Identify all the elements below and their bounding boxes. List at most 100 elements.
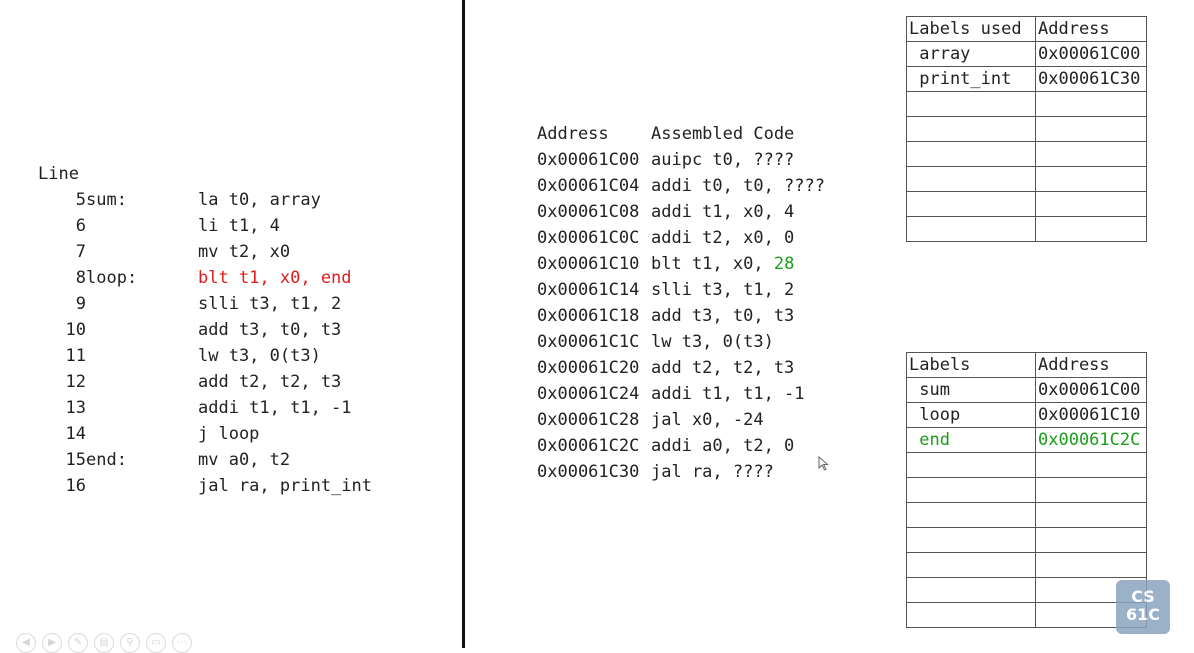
address-cell: [1035, 141, 1147, 167]
table-row: [906, 141, 1147, 167]
assembled-row: 0x00061C10 blt t1, x0, 28: [537, 251, 857, 277]
source-line-row: 5 sum: la t0, array: [38, 187, 438, 213]
instruction-text: addi t0, t0, ????: [651, 176, 825, 196]
source-line-row: 10 add t3, t0, t3: [38, 317, 438, 343]
table-row: [906, 452, 1147, 478]
instruction-text: lw t3, 0(t3): [651, 332, 774, 352]
assembled-row: 0x00061C30 jal ra, ????: [537, 459, 857, 485]
table-row: [906, 116, 1147, 142]
source-instruction: j loop: [198, 424, 260, 444]
zoom-icon[interactable]: ⚲: [120, 633, 140, 653]
table-row: array 0x00061C00: [906, 41, 1147, 67]
label-cell: [906, 91, 1036, 117]
source-line-row: 8 loop: blt t1, x0, end: [38, 265, 438, 291]
instruction-address: 0x00061C00: [537, 150, 640, 170]
line-number: 6: [75, 216, 86, 236]
instruction-address: 0x00061C10: [537, 254, 640, 274]
assembled-instruction: blt t1, x0, 28: [651, 251, 794, 277]
table-header-row: Labels Address: [906, 352, 1147, 378]
prev-slide-icon[interactable]: ◀: [16, 633, 36, 653]
instruction-address: 0x00061C28: [537, 410, 640, 430]
source-instruction: mv t2, x0: [198, 242, 291, 262]
source-line-row: 12 add t2, t2, t3: [38, 369, 438, 395]
instruction-text: jal ra, ????: [651, 462, 774, 482]
table-row: loop 0x00061C10: [906, 402, 1147, 428]
table-row: end 0x00061C2C: [906, 427, 1147, 453]
assembled-instruction: jal ra, ????: [651, 459, 774, 485]
label-cell: end: [906, 427, 1036, 453]
source-instruction: add t2, t2, t3: [198, 372, 342, 392]
labels-table: Labels Address sum 0x00061C00 loop 0x00061…: [906, 352, 1147, 628]
source-line-row: 11 lw t3, 0(t3): [38, 343, 438, 369]
assembled-row: 0x00061C2C addi a0, t2, 0: [537, 433, 857, 459]
source-instruction: slli t3, t1, 2: [198, 294, 342, 314]
label-cell: array: [906, 41, 1036, 67]
assembled-instruction: addi t1, t1, -1: [651, 381, 805, 407]
instruction-address: 0x00061C14: [537, 280, 640, 300]
instruction-text: jal x0, -24: [651, 410, 764, 430]
label-cell: [906, 116, 1036, 142]
pen-icon[interactable]: ✎: [68, 633, 88, 653]
labels-used-header: Labels used: [906, 16, 1036, 42]
table-row: [906, 527, 1147, 553]
address-header: Address: [537, 124, 609, 144]
assembled-instruction: slli t3, t1, 2: [651, 277, 794, 303]
table-row: [906, 91, 1147, 117]
address-header: Address: [1035, 352, 1147, 378]
subtitles-icon[interactable]: ▭: [146, 633, 166, 653]
source-line-row: 13 addi t1, t1, -1: [38, 395, 438, 421]
table-row: print_int 0x00061C30: [906, 66, 1147, 92]
instruction-address: 0x00061C24: [537, 384, 640, 404]
label-cell: [906, 477, 1036, 503]
address-cell: 0x00061C00: [1035, 41, 1147, 67]
labels-used-table: Labels used Address array 0x00061C00 prin…: [906, 16, 1147, 242]
instruction-address: 0x00061C18: [537, 306, 640, 326]
mouse-cursor-icon: [818, 456, 829, 471]
presentation-controls: ◀ ▶ ✎ ▤ ⚲ ▭ ⋯: [16, 633, 192, 653]
label-cell: [906, 166, 1036, 192]
next-slide-icon[interactable]: ▶: [42, 633, 62, 653]
assembled-code-header: Assembled Code: [651, 124, 795, 144]
instruction-address: 0x00061C20: [537, 358, 640, 378]
address-cell: [1035, 527, 1147, 553]
instruction-text: addi t1, t1, -1: [651, 384, 805, 404]
source-label: loop:: [86, 268, 138, 288]
label-cell: [906, 502, 1036, 528]
label-cell: [906, 552, 1036, 578]
assembled-row: 0x00061C24 addi t1, t1, -1: [537, 381, 857, 407]
address-header: Address: [1035, 16, 1147, 42]
line-header: Line: [38, 164, 79, 184]
vertical-divider: [462, 0, 465, 648]
label-cell: sum: [906, 377, 1036, 403]
source-instruction: blt t1, x0, end: [198, 268, 352, 288]
line-number: 8: [75, 268, 86, 288]
table-row: sum 0x00061C00: [906, 377, 1147, 403]
more-icon[interactable]: ⋯: [172, 633, 192, 653]
assembled-header-row: Address Assembled Code: [537, 121, 857, 147]
instruction-address: 0x00061C1C: [537, 332, 640, 352]
slides-icon[interactable]: ▤: [94, 633, 114, 653]
instruction-text: addi t1, x0, 4: [651, 202, 795, 222]
line-number: 13: [65, 398, 86, 418]
assembled-instruction: add t3, t0, t3: [651, 303, 794, 329]
address-cell: [1035, 552, 1147, 578]
assembled-instruction: jal x0, -24: [651, 407, 764, 433]
address-cell: [1035, 191, 1147, 217]
table-row: [906, 552, 1147, 578]
table-row: [906, 191, 1147, 217]
line-number: 11: [65, 346, 86, 366]
table-row: [906, 602, 1147, 628]
label-cell: loop: [906, 402, 1036, 428]
assembled-code-listing: Address Assembled Code 0x00061C00 auipc t…: [537, 121, 857, 485]
assembled-row: 0x00061C08 addi t1, x0, 4: [537, 199, 857, 225]
instruction-text: slli t3, t1, 2: [651, 280, 795, 300]
assembled-row: 0x00061C20 add t2, t2, t3: [537, 355, 857, 381]
instruction-text: blt t1, x0,: [651, 254, 774, 274]
line-number: 14: [65, 424, 86, 444]
assembled-row: 0x00061C0C addi t2, x0, 0: [537, 225, 857, 251]
label-cell: [906, 141, 1036, 167]
table-row: [906, 166, 1147, 192]
source-label: sum:: [86, 190, 127, 210]
assembled-row: 0x00061C1C lw t3, 0(t3): [537, 329, 857, 355]
assembled-row: 0x00061C04 addi t0, t0, ????: [537, 173, 857, 199]
